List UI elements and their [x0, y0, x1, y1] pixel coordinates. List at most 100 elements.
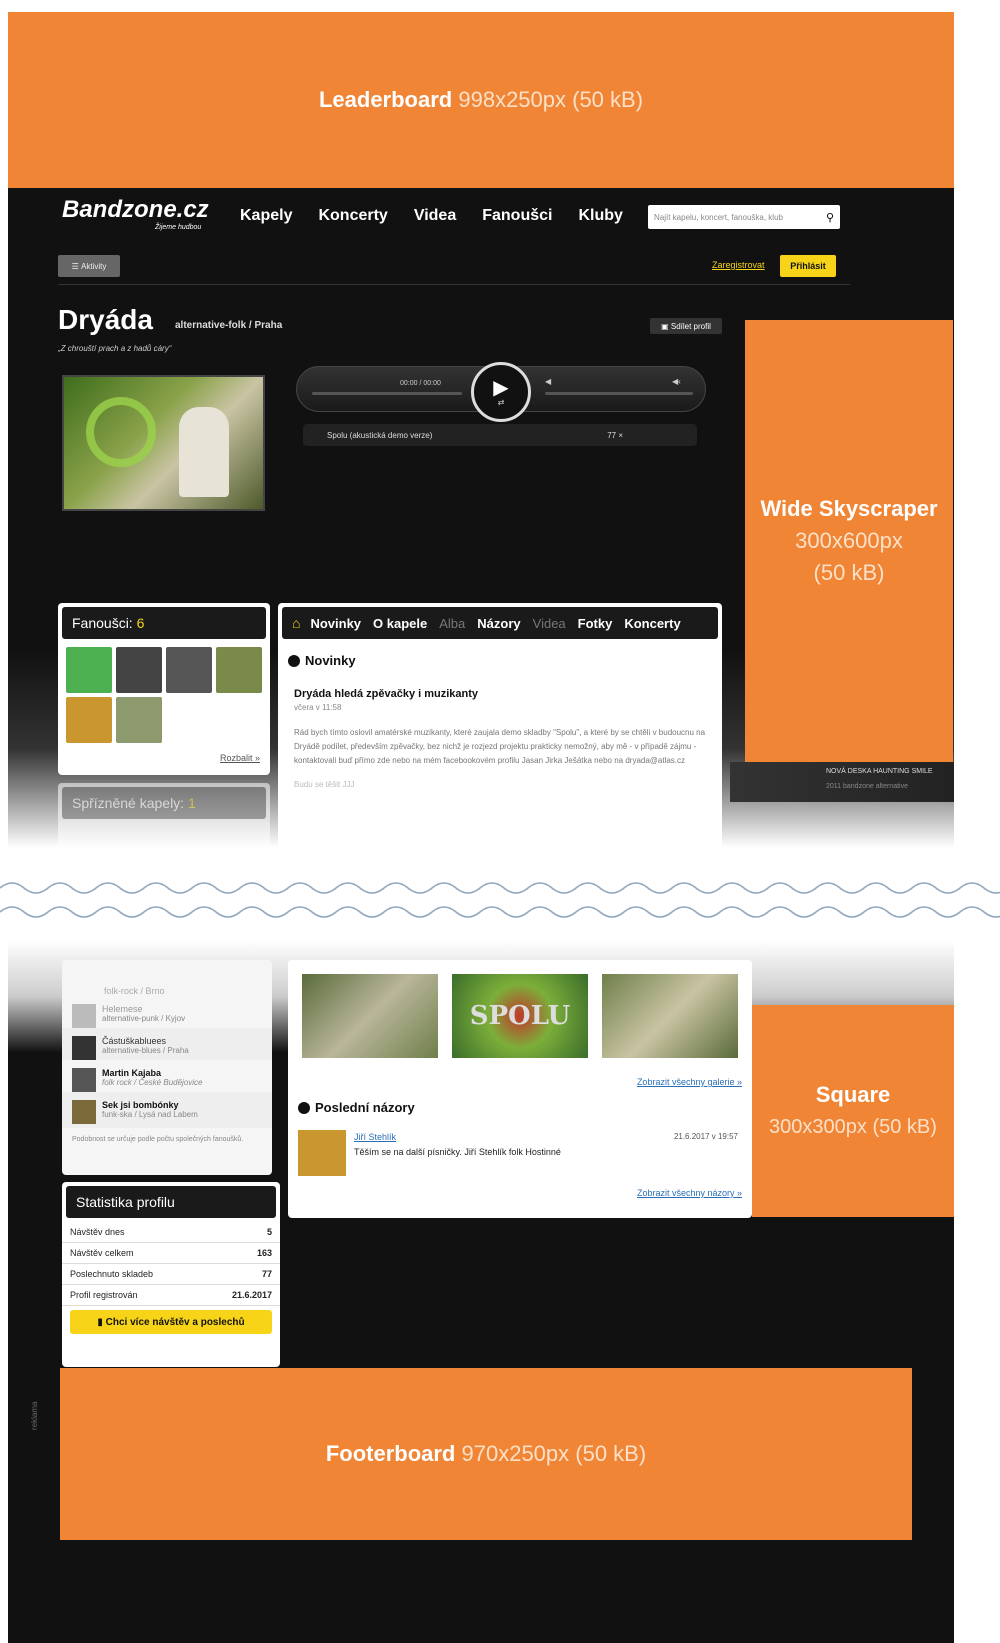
tab-videa[interactable]: Videa — [533, 616, 566, 631]
fan-avatar[interactable] — [216, 647, 262, 693]
menu-icon: ☰ — [71, 261, 82, 271]
volume-low-icon: ◀ — [545, 377, 552, 386]
guitarist-figure — [179, 407, 229, 497]
shuffle-icon[interactable]: ⇄ — [498, 398, 505, 407]
nav-koncerty[interactable]: Koncerty — [318, 207, 387, 225]
related-genre: alternative-blues / Praha — [102, 1046, 189, 1055]
login-button[interactable]: Přihlásit — [780, 255, 836, 277]
leaderboard-ad[interactable]: Leaderboard 998x250px (50 kB) — [8, 12, 954, 188]
track-row[interactable]: Spolu (akustická demo verze) 77 × — [303, 424, 697, 446]
related-label: Spřízněné kapely: — [72, 795, 185, 811]
leaderboard-spec: 998x250px (50 kB) — [458, 87, 644, 112]
activity-button[interactable]: ☰ Aktivity — [58, 255, 120, 277]
related-item[interactable]: Martin Kajaba folk rock / České Budějovic… — [62, 1060, 272, 1092]
skyscraper-name: Wide Skyscraper — [760, 496, 938, 521]
related-name: Sek jsi bombónky — [102, 1100, 179, 1110]
opinions-heading: Poslední názory — [298, 1100, 415, 1115]
opinion-text: Těším se na další písničky. Jiří Stehlík… — [354, 1147, 561, 1157]
content-panel: ⌂ Novinky O kapele Alba Názory Videa Fot… — [278, 603, 722, 853]
play-icon: ▶ — [493, 376, 509, 399]
related-genre: alternative-punk / Kyjov — [102, 1014, 186, 1023]
band-thumb — [72, 1100, 96, 1124]
stat-value: 5 — [266, 1227, 272, 1237]
fans-grid — [58, 643, 270, 747]
gallery-thumb[interactable] — [302, 974, 438, 1058]
footerboard-name: Footerboard — [325, 1441, 456, 1466]
fan-avatar[interactable] — [66, 647, 112, 693]
gallery-thumb[interactable]: SPOLU — [452, 974, 588, 1058]
related-note: Podobnost se určuje podle počtu společný… — [72, 1136, 244, 1143]
fan-avatar[interactable] — [166, 647, 212, 693]
wide-skyscraper-ad[interactable]: Wide Skyscraper 300x600px (50 kB) — [745, 320, 953, 762]
fans-header: Fanoušci: 6 — [62, 607, 266, 639]
related-item[interactable]: Sek jsi bombónky funk-ska / Lysá nad Labe… — [62, 1092, 272, 1128]
stat-row: Poslechnuto skladeb 77 — [62, 1264, 280, 1285]
related-name: Martin Kajaba — [102, 1068, 162, 1078]
fans-more-link[interactable]: Rozbalit » — [220, 753, 260, 763]
opinion-date: 21.6.2017 v 19:57 — [673, 1132, 738, 1141]
nav-kapely[interactable]: Kapely — [240, 207, 292, 225]
search-input[interactable]: Najít kapelu, koncert, fanouška, klub ⚲ — [648, 205, 840, 229]
band-thumb — [72, 1068, 96, 1092]
tabs-bar: ⌂ Novinky O kapele Alba Názory Videa Fot… — [282, 607, 718, 639]
partial-genre: folk-rock / Brno — [104, 986, 165, 996]
share-profile-button[interactable]: ▣ Sdílet profil — [650, 318, 722, 334]
home-icon[interactable]: ⌂ — [292, 615, 300, 631]
fan-avatar[interactable] — [116, 647, 162, 693]
footerboard-ad[interactable]: Footerboard 970x250px (50 kB) — [60, 1368, 912, 1540]
band-thumb — [72, 1004, 96, 1028]
tab-fotky[interactable]: Fotky — [578, 616, 613, 631]
opinion-avatar[interactable] — [298, 1130, 346, 1176]
tab-novinky[interactable]: Novinky — [310, 616, 361, 631]
search-icon[interactable]: ⚲ — [826, 211, 834, 224]
register-link[interactable]: Zaregistrovat — [712, 260, 765, 270]
ad-strip-sub: 2011 bandzone alternative — [826, 783, 908, 790]
fans-label: Fanoušci: — [72, 615, 133, 631]
news-title[interactable]: Dryáda hledá zpěvačky i muzikanty — [294, 688, 706, 700]
opinion-user[interactable]: Jiří Stehlík — [354, 1132, 396, 1142]
tab-alba[interactable]: Alba — [439, 616, 465, 631]
reklama-label: reklama — [30, 1401, 39, 1430]
track-plays: 77 × — [607, 430, 623, 440]
news-heading-label: Novinky — [305, 653, 356, 668]
opinions-heading-label: Poslední názory — [315, 1100, 415, 1115]
player-time: 00:00 / 00:00 — [400, 380, 441, 387]
related-genre: folk rock / České Budějovice — [102, 1078, 203, 1087]
more-visits-button[interactable]: ▮ Chci více návštěv a poslechů — [70, 1310, 272, 1334]
tab-o-kapele[interactable]: O kapele — [373, 616, 427, 631]
fan-avatar[interactable] — [116, 697, 162, 743]
square-spec: 300x300px (50 kB) — [769, 1116, 937, 1138]
news-date: včera v 11:58 — [294, 703, 342, 712]
nav-kluby[interactable]: Kluby — [578, 207, 622, 225]
related-item[interactable]: Helemese alternative-punk / Kyjov — [62, 996, 272, 1028]
header-divider — [58, 284, 850, 285]
related-header: Spřízněné kapely: 1 — [62, 787, 266, 819]
nav-fanousci[interactable]: Fanoušci — [482, 207, 552, 225]
stat-value: 21.6.2017 — [231, 1290, 272, 1300]
band-quote: „Z chrouští prach a z hadů cáry“ — [58, 344, 172, 353]
news-sign: Budu se těšit JJJ — [294, 780, 355, 789]
fan-avatar[interactable] — [66, 697, 112, 743]
share-icon: ▣ — [661, 321, 671, 331]
related-name: Helemese — [102, 1004, 143, 1014]
related-item[interactable]: Částuškabluees alternative-blues / Praha — [62, 1028, 272, 1060]
band-photo[interactable] — [62, 375, 265, 511]
square-name: Square — [815, 1082, 891, 1107]
stat-row: Profil registrován 21.6.2017 — [62, 1285, 280, 1306]
gallery-thumb[interactable] — [602, 974, 738, 1058]
square-ad[interactable]: Square 300x300px (50 kB) — [752, 1005, 954, 1217]
tab-nazory[interactable]: Názory — [477, 616, 520, 631]
all-opinions-link[interactable]: Zobrazit všechny názory » — [637, 1188, 742, 1198]
all-galleries-link[interactable]: Zobrazit všechny galerie » — [637, 1077, 742, 1087]
progress-bar[interactable] — [312, 392, 462, 395]
play-button[interactable]: ▶ ⇄ — [471, 362, 531, 422]
stats-header: Statistika profilu — [66, 1186, 276, 1218]
nav-videa[interactable]: Videa — [414, 207, 456, 225]
tab-koncerty[interactable]: Koncerty — [624, 616, 680, 631]
search-placeholder: Najít kapelu, koncert, fanouška, klub — [654, 212, 783, 222]
fans-panel: Fanoušci: 6 Rozbalit » — [58, 603, 270, 775]
related-genre: funk-ska / Lysá nad Labem — [102, 1110, 198, 1119]
volume-bar[interactable] — [545, 392, 693, 395]
circle-icon — [288, 654, 300, 667]
site-logo[interactable]: Bandzone.cz — [62, 196, 209, 224]
